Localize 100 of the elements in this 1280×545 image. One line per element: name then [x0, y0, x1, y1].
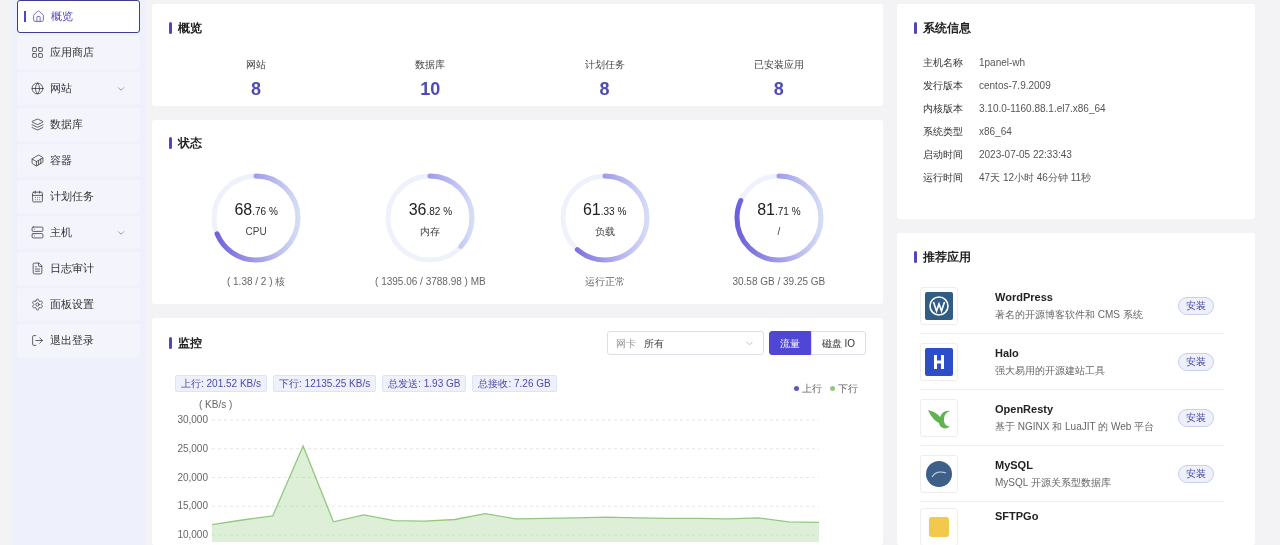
legend-label: 下行 — [838, 382, 858, 396]
sidebar-item-label: 计划任务 — [50, 189, 94, 205]
sidebar-item[interactable]: 退出登录 — [17, 324, 140, 357]
gauge-label: / — [777, 224, 781, 239]
stat-tag: 总接收: 7.26 GB — [472, 375, 557, 392]
gauge-label: 内存 — [420, 224, 441, 239]
layers-icon — [31, 118, 44, 131]
y-tick-label: 15,000 — [177, 500, 208, 512]
axis-unit-label: ( KB/s ) — [199, 399, 233, 410]
gauge-value: 68.76 % — [234, 199, 278, 220]
y-tick-label: 30,000 — [177, 414, 208, 425]
stat-value[interactable]: 8 — [773, 76, 784, 103]
info-label: 运行时间 — [923, 171, 964, 185]
tab-button[interactable]: 流量 — [768, 331, 811, 355]
calendar-icon — [31, 190, 44, 203]
gauge-value: 61.33 % — [582, 199, 627, 220]
gauge-detail: 30.58 GB / 39.25 GB — [732, 275, 826, 289]
sidebar-item-label: 日志审计 — [50, 261, 94, 277]
sidebar-item-label: 数据库 — [50, 117, 83, 133]
install-button[interactable]: 安装 — [1178, 296, 1214, 315]
sidebar-item-label: 主机 — [50, 225, 72, 241]
sidebar-item[interactable]: 面板设置 — [17, 288, 140, 321]
card-title: 监控 — [178, 335, 202, 352]
app-name[interactable]: OpenResty — [995, 401, 1155, 418]
sidebar-item[interactable]: 容器 — [17, 144, 140, 177]
home-icon — [32, 10, 45, 23]
sidebar-item-label: 网站 — [50, 81, 72, 97]
sidebar-item[interactable]: 日志审计 — [17, 252, 140, 285]
stat-value[interactable]: 8 — [251, 76, 262, 103]
stat-tag: 上行: 201.52 KB/s — [175, 375, 268, 392]
title-bar-mark — [169, 137, 172, 149]
globe-icon — [31, 82, 44, 95]
grid-icon — [31, 46, 44, 59]
info-label: 发行版本 — [923, 79, 964, 93]
y-tick-label: 10,000 — [177, 529, 208, 540]
app-description: MySQL 开源关系型数据库 — [995, 475, 1111, 490]
stat-value[interactable]: 10 — [420, 76, 441, 103]
y-tick-label: 20,000 — [177, 471, 208, 483]
stat-tag: 下行: 12135.25 KB/s — [273, 375, 377, 392]
app-description: 基于 NGINX 和 LuaJIT 的 Web 平台 — [995, 419, 1155, 434]
sidebar-item-label: 容器 — [50, 153, 72, 169]
app-description: 强大易用的开源建站工具 — [995, 363, 1105, 378]
info-value: 47天 12小时 46分钟 11秒 — [979, 171, 1092, 185]
card-title: 状态 — [178, 135, 202, 152]
info-value: 3.10.0-1160.88.1.el7.x86_64 — [979, 102, 1106, 116]
legend-label: 上行 — [802, 382, 822, 396]
active-indicator — [24, 11, 26, 22]
tab-button[interactable]: 磁盘 IO — [810, 331, 866, 355]
app-name[interactable]: WordPress — [995, 289, 1143, 306]
sidebar-item-label: 应用商店 — [50, 45, 94, 61]
title-bar-mark — [914, 22, 917, 34]
gauge-detail: 运行正常 — [584, 275, 625, 289]
info-value: centos-7.9.2009 — [979, 79, 1051, 93]
install-button[interactable]: 安装 — [1178, 464, 1214, 483]
sidebar-item[interactable]: 网站 — [17, 72, 140, 105]
stat-label: 数据库 — [415, 58, 446, 72]
app-name[interactable]: MySQL — [995, 457, 1111, 474]
gauge-label: CPU — [245, 224, 267, 239]
info-label: 启动时间 — [923, 148, 964, 162]
document-icon — [31, 262, 44, 275]
box-icon — [31, 154, 44, 167]
sidebar-item-label: 概览 — [51, 9, 73, 25]
gauge-detail: ( 1.38 / 2 ) 核 — [226, 275, 286, 289]
sidebar-item[interactable]: 数据库 — [17, 108, 140, 141]
gauge-label: 负载 — [594, 224, 615, 239]
select-label: 网卡 — [615, 336, 636, 351]
title-bar-mark — [169, 22, 172, 34]
info-value: x86_64 — [979, 125, 1012, 139]
sidebar-item[interactable]: 应用商店 — [17, 36, 140, 69]
logout-icon — [31, 334, 44, 347]
info-value: 1panel-wh — [979, 56, 1026, 70]
sidebar-item[interactable]: 计划任务 — [17, 180, 140, 213]
settings-icon — [31, 298, 44, 311]
title-bar-mark — [169, 337, 172, 349]
stat-label: 已安装应用 — [753, 58, 804, 72]
sidebar-item[interactable]: 概览 — [17, 0, 140, 33]
app-name[interactable]: SFTPGo — [995, 508, 1039, 525]
stat-value[interactable]: 8 — [599, 76, 610, 103]
gauge-value: 81.71 % — [757, 199, 801, 220]
app-name[interactable]: Halo — [995, 345, 1105, 362]
gauge-detail: ( 1395.06 / 3788.98 ) MB — [375, 275, 486, 289]
server-icon — [31, 226, 44, 239]
sidebar-item-label: 面板设置 — [50, 297, 94, 313]
stat-label: 计划任务 — [584, 58, 625, 72]
gauge-value: 36.82 % — [408, 199, 453, 220]
info-label: 系统类型 — [923, 125, 964, 139]
info-label: 主机名称 — [923, 56, 964, 70]
nic-select[interactable]: 网卡 所有 — [606, 331, 764, 355]
sidebar-item[interactable]: 主机 — [17, 216, 140, 249]
title-bar-mark — [914, 251, 917, 263]
install-button[interactable]: 安装 — [1178, 352, 1214, 371]
sidebar-item-label: 退出登录 — [50, 333, 94, 349]
card-title: 推荐应用 — [923, 249, 971, 266]
stat-tag: 总发送: 1.93 GB — [382, 375, 467, 392]
card-title: 概览 — [178, 20, 202, 37]
info-value: 2023-07-05 22:33:43 — [979, 148, 1072, 162]
stat-label: 网站 — [246, 58, 267, 72]
card-title: 系统信息 — [923, 20, 971, 37]
install-button[interactable]: 安装 — [1178, 408, 1214, 427]
y-tick-label: 25,000 — [177, 442, 208, 454]
